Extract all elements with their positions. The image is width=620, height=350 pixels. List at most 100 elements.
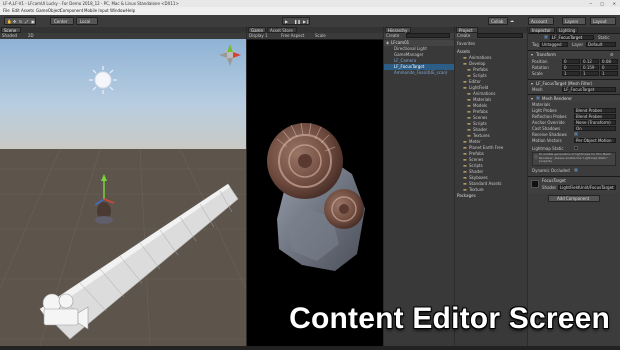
hand-tool-icon[interactable]: ✋ <box>7 19 12 24</box>
menu-assets[interactable]: Assets <box>21 8 34 13</box>
scale-label: Scale <box>532 71 543 76</box>
project-folder-label: Planet Earth Free <box>469 145 504 150</box>
scale-x-field[interactable]: 1 <box>562 71 580 76</box>
project-search-input[interactable] <box>477 33 523 38</box>
active-checkbox[interactable] <box>544 35 548 39</box>
anchor-override-field[interactable]: None (Transform) <box>574 120 616 125</box>
project-folder-label: Meter <box>469 139 481 144</box>
object-name-field[interactable]: LF_FocusTarget <box>550 35 594 40</box>
scene-viewport[interactable] <box>0 39 246 346</box>
status-bar <box>0 346 620 350</box>
layer-dropdown[interactable]: Default <box>586 42 616 47</box>
receive-shadows-checkbox[interactable] <box>574 132 578 136</box>
scale-y-field[interactable]: 1 <box>581 71 599 76</box>
position-y-field[interactable]: 0.12 <box>581 59 599 64</box>
scale-tool-icon[interactable]: ⤢ <box>25 19 28 24</box>
rotation-z-value: 0 <box>602 65 605 70</box>
rotation-z-field[interactable]: 0 <box>600 65 618 70</box>
reflection-probes-dropdown[interactable]: Blend Probes <box>574 114 616 119</box>
position-x-field[interactable]: 0 <box>562 59 580 64</box>
project-create-button[interactable]: Create <box>457 33 470 38</box>
display-dropdown[interactable]: Display 1 <box>249 33 268 38</box>
motion-vectors-dropdown[interactable]: Per Object Motion <box>574 138 616 143</box>
step-icon[interactable]: ▶❙ <box>303 19 309 24</box>
menu-file[interactable]: File <box>3 8 10 13</box>
account-label: Account <box>531 19 548 24</box>
folder-icon: ▬ <box>463 175 467 180</box>
ammonite-fossil-render <box>267 122 365 271</box>
layout-dropdown[interactable]: Layout <box>590 17 616 25</box>
hierarchy-item-label: Ammonite_Fossil(UE_scan) <box>394 70 448 75</box>
close-icon[interactable]: ✕ <box>613 1 616 6</box>
material-section[interactable]: FocusTarget Shader LightFieldUnlit/Focus… <box>528 176 620 193</box>
move-tool-icon[interactable]: ✥ <box>13 19 16 24</box>
menu-window[interactable]: Window <box>110 8 126 13</box>
mesh-renderer-component-header[interactable]: ▾ Mesh Renderer <box>528 94 620 102</box>
menu-component[interactable]: Component <box>60 8 83 13</box>
menu-help[interactable]: Help <box>126 8 135 13</box>
light-probes-dropdown[interactable]: Blend Probes <box>574 108 616 113</box>
position-z-field[interactable]: 0.08 <box>600 59 618 64</box>
scene-2d-toggle[interactable]: 2D <box>28 33 34 38</box>
favorites-label[interactable]: Favorites <box>457 41 475 46</box>
reflection-probes-value: Blend Probes <box>576 114 603 119</box>
collab-button[interactable]: Collab <box>488 17 508 25</box>
scale-z-field[interactable]: 1 <box>600 71 618 76</box>
materials-foldout[interactable]: Materials <box>532 102 550 107</box>
mesh-object-field[interactable]: LF_FocusTarget <box>562 87 616 92</box>
mesh-filter-component-header[interactable]: ▾ LF_FocusTarget (Mesh Filter) <box>528 79 620 87</box>
account-dropdown[interactable]: Account <box>528 17 554 25</box>
hierarchy-search-input[interactable] <box>406 33 450 38</box>
rotate-tool-icon[interactable]: ↻ <box>19 19 22 24</box>
pause-icon[interactable]: ❚❚ <box>294 19 301 24</box>
menu-gameobject[interactable]: GameObject <box>36 8 61 13</box>
light-probes-label: Light Probes <box>532 108 557 113</box>
tag-dropdown[interactable]: Untagged <box>540 42 568 47</box>
static-toggle[interactable]: Static <box>598 35 609 40</box>
layers-dropdown[interactable]: Layers <box>562 17 586 25</box>
tab-inspector[interactable]: Inspector <box>529 27 555 33</box>
project-folder-label: Materials <box>473 97 492 102</box>
pivot-center-toggle[interactable]: Center <box>50 17 74 25</box>
project-folder-label: Texture <box>469 187 484 192</box>
aspect-dropdown[interactable]: Free Aspect <box>281 33 304 38</box>
minimize-icon[interactable]: ─ <box>590 1 592 6</box>
menu-mobile-input[interactable]: Mobile Input <box>84 8 109 13</box>
cast-shadows-value: On <box>576 126 582 131</box>
rotation-y-field[interactable]: 0.159 <box>581 65 599 70</box>
receive-shadows-label: Receive Shadows <box>532 132 567 137</box>
transform-component-header[interactable]: ▾ Transform ⚙ <box>528 50 620 58</box>
maximize-icon[interactable]: □ <box>600 1 604 6</box>
mesh-renderer-enabled-checkbox[interactable] <box>536 96 540 100</box>
gear-icon[interactable]: ⚙ <box>610 52 614 57</box>
add-component-button[interactable]: Add Component <box>548 195 600 202</box>
menu-edit[interactable]: Edit <box>12 8 20 13</box>
packages-root[interactable]: Packages <box>457 193 476 198</box>
hierarchy-create-button[interactable]: Create <box>386 33 399 38</box>
tag-label: Tag <box>532 42 539 47</box>
space-local-toggle[interactable]: Local <box>76 17 98 25</box>
dynamic-occluded-checkbox[interactable] <box>574 168 578 172</box>
assets-root[interactable]: Assets <box>457 49 470 54</box>
play-icon[interactable]: ▶ <box>285 19 288 24</box>
playback-controls[interactable]: ▶ ❚❚ ▶❙ <box>282 17 310 25</box>
cast-shadows-dropdown[interactable]: On <box>574 126 616 131</box>
transform-tools[interactable]: ✋ ✥ ↻ ⤢ ▣ <box>4 17 36 25</box>
rotation-label: Rotation <box>532 65 549 70</box>
folder-icon: ▬ <box>467 121 471 126</box>
tab-lighting[interactable]: Lighting <box>556 27 578 33</box>
rect-tool-icon[interactable]: ▣ <box>31 19 35 24</box>
shader-dropdown[interactable]: LightFieldUnlit/FocusTarget <box>558 185 616 190</box>
cloud-icon[interactable]: ☁ <box>510 18 514 23</box>
space-local-label: Local <box>80 19 91 24</box>
collab-label: Collab <box>491 19 504 24</box>
scene-shading-dropdown[interactable]: Shaded <box>2 33 17 38</box>
position-z-value: 0.08 <box>602 59 611 64</box>
rotation-x-field[interactable]: 0 <box>562 65 580 70</box>
lightmap-static-label: Lightmap Static <box>532 146 564 151</box>
lightmap-static-checkbox[interactable] <box>574 146 578 150</box>
hierarchy-item[interactable]: Ammonite_Fossil(UE_scan) <box>384 70 454 76</box>
scale-slider[interactable]: Scale <box>315 33 326 38</box>
shader-label: Shader <box>542 185 557 190</box>
folder-icon: ▬ <box>467 91 471 96</box>
